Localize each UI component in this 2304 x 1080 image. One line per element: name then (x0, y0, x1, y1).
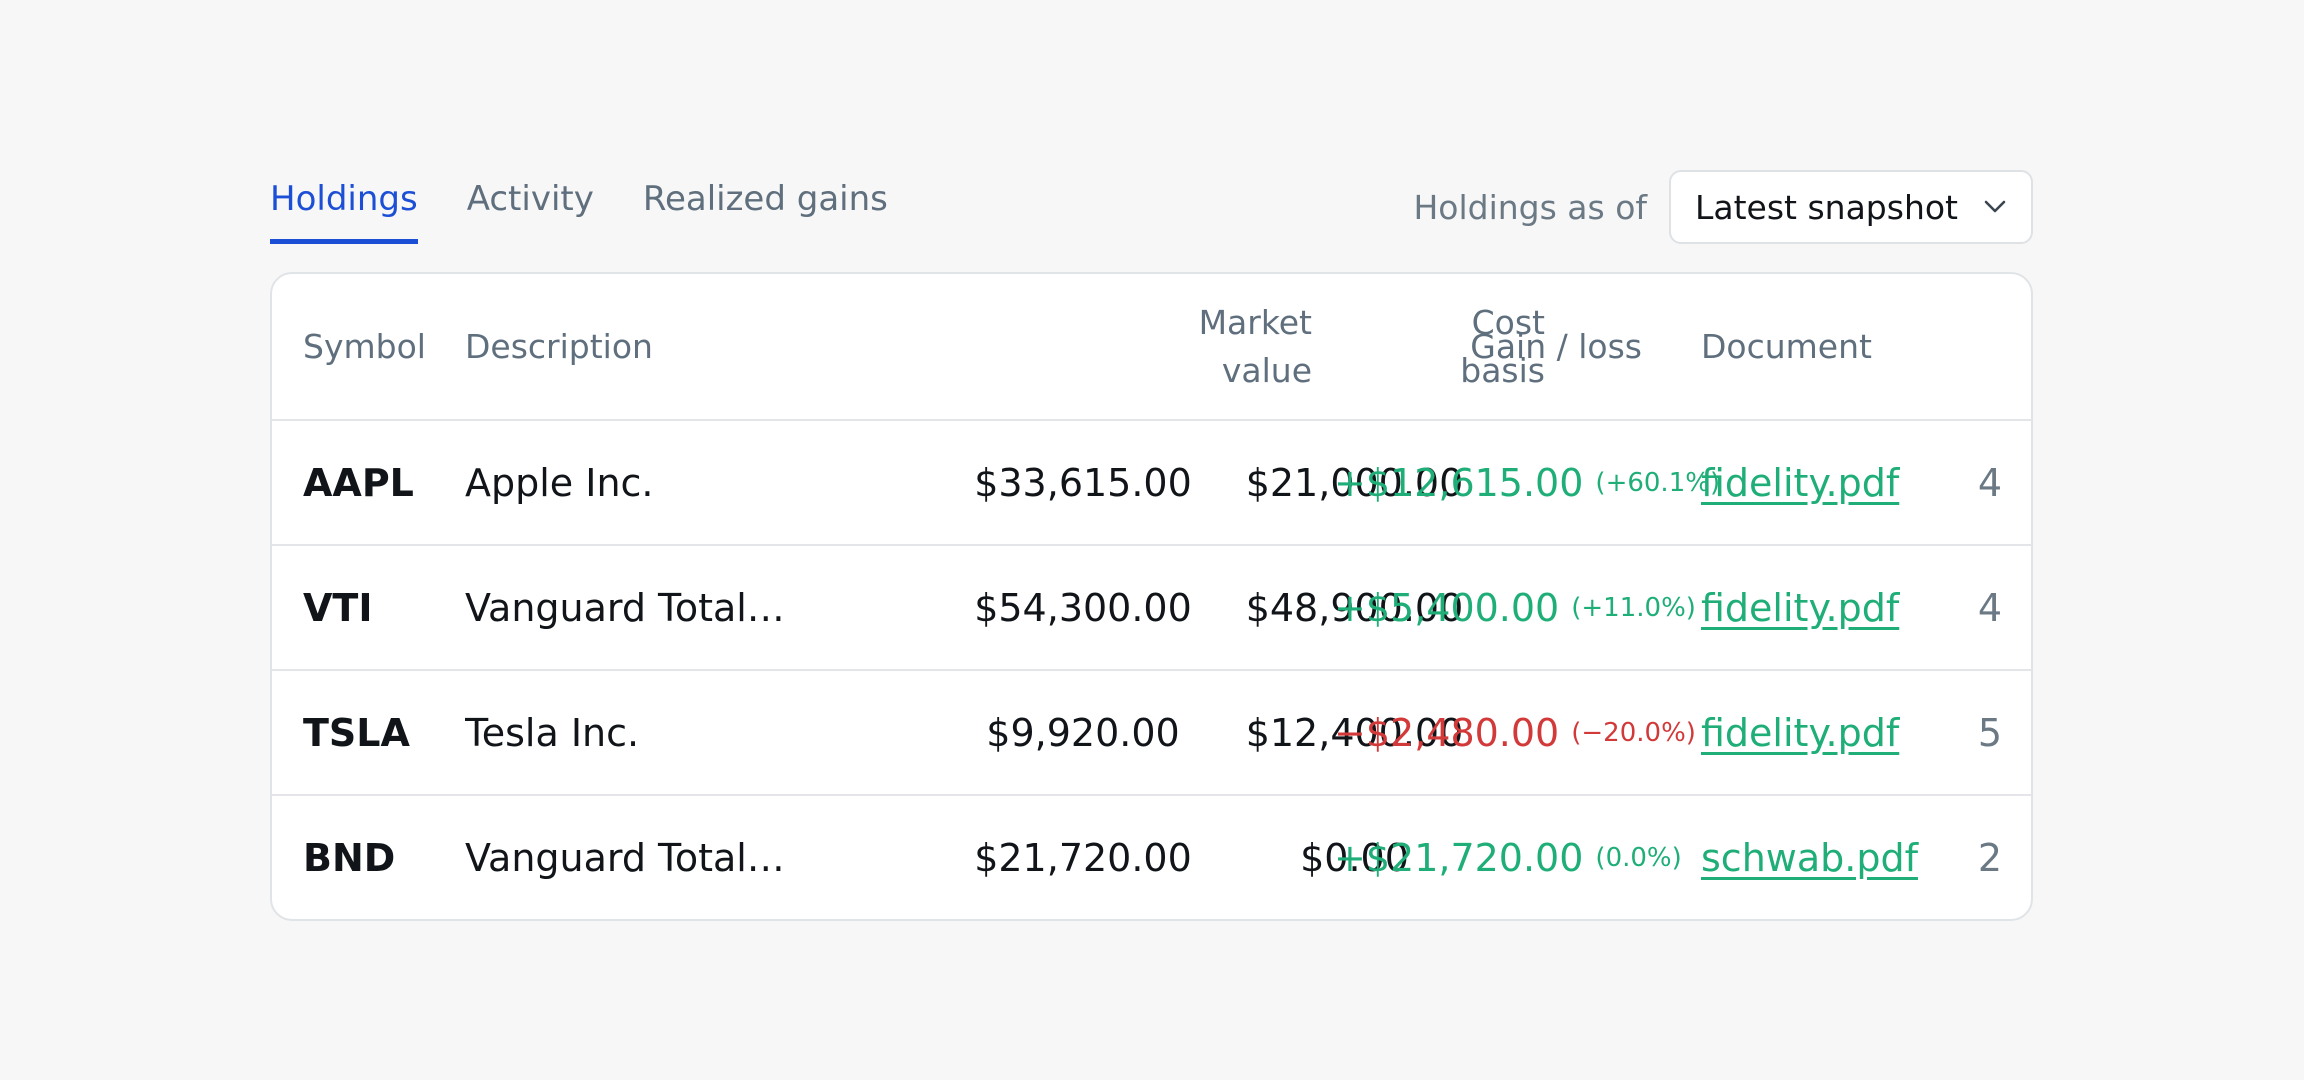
document-link[interactable]: fidelity.pdf (1701, 711, 1899, 755)
gain-loss-cell: +$21,720.00 (0.0%) (1334, 796, 1682, 919)
gain-loss-cell: +$5,400.00 (+11.0%) (1334, 546, 1696, 669)
tab-bar: Holdings Activity Realized gains (270, 168, 937, 246)
symbol-cell: BND (303, 835, 396, 880)
table-row: VTI Vanguard Total… $54,300.00 $48,900.0… (272, 546, 2031, 671)
header-description[interactable]: Description (465, 274, 785, 419)
table-body: AAPL Apple Inc. $33,615.00 $21,000.00 +$… (272, 421, 2031, 919)
table-row: TSLA Tesla Inc. $9,920.00 $12,400.00 −$2… (272, 671, 2031, 796)
gain-loss-cell: −$2,480.00 (−20.0%) (1334, 671, 1696, 794)
table-row: AAPL Apple Inc. $33,615.00 $21,000.00 +$… (272, 421, 2031, 546)
document-count: 5 (1977, 710, 2002, 755)
document-link[interactable]: fidelity.pdf (1701, 461, 1899, 505)
document-count: 2 (1977, 835, 2002, 880)
table-header: Symbol Description Market value Cost basis… (272, 274, 2031, 421)
gain-percent: (0.0%) (1595, 842, 1682, 873)
description-cell: Vanguard Total… (465, 585, 785, 630)
symbol-cell: TSLA (303, 710, 410, 755)
holdings-table: Symbol Description Market value Cost basis… (270, 272, 2033, 921)
snapshot-picker: Holdings as of Latest snapshot (1413, 168, 2033, 246)
description-cell: Vanguard Total… (465, 835, 785, 880)
header-symbol[interactable]: Symbol (303, 274, 426, 419)
chevron-down-icon (1981, 193, 2009, 221)
gain-percent: (+11.0%) (1571, 592, 1696, 623)
tab-holdings[interactable]: Holdings (270, 168, 418, 244)
document-count: 4 (1977, 585, 2002, 630)
document-link[interactable]: fidelity.pdf (1701, 586, 1899, 630)
gain-percent: (−20.0%) (1571, 717, 1696, 748)
snapshot-label: Holdings as of (1413, 187, 1647, 227)
snapshot-select[interactable]: Latest snapshot (1669, 170, 2033, 244)
symbol-cell: AAPL (303, 460, 414, 505)
holdings-panel: Holdings Activity Realized gains Holding… (270, 168, 2033, 921)
description-cell: Tesla Inc. (465, 710, 640, 755)
snapshot-select-value: Latest snapshot (1695, 187, 1958, 227)
gain-loss-cell: +$12,615.00 (+60.1%) (1334, 421, 1720, 544)
symbol-cell: VTI (303, 585, 373, 630)
description-cell: Apple Inc. (465, 460, 654, 505)
header-document[interactable]: Document (1701, 274, 1872, 419)
document-count: 4 (1977, 460, 2002, 505)
gain-value: +$5,400.00 (1334, 585, 1560, 630)
document-link[interactable]: schwab.pdf (1701, 836, 1918, 880)
gain-value: +$12,615.00 (1334, 460, 1584, 505)
header-gain-loss[interactable]: Gain / loss (1334, 274, 1642, 419)
gain-value: +$21,720.00 (1334, 835, 1584, 880)
gain-value: −$2,480.00 (1334, 710, 1560, 755)
tab-activity[interactable]: Activity (467, 168, 594, 244)
top-bar: Holdings Activity Realized gains Holding… (270, 168, 2033, 246)
tab-realized-gains[interactable]: Realized gains (643, 168, 888, 244)
table-row: BND Vanguard Total… $21,720.00 $0.00 +$2… (272, 796, 2031, 919)
